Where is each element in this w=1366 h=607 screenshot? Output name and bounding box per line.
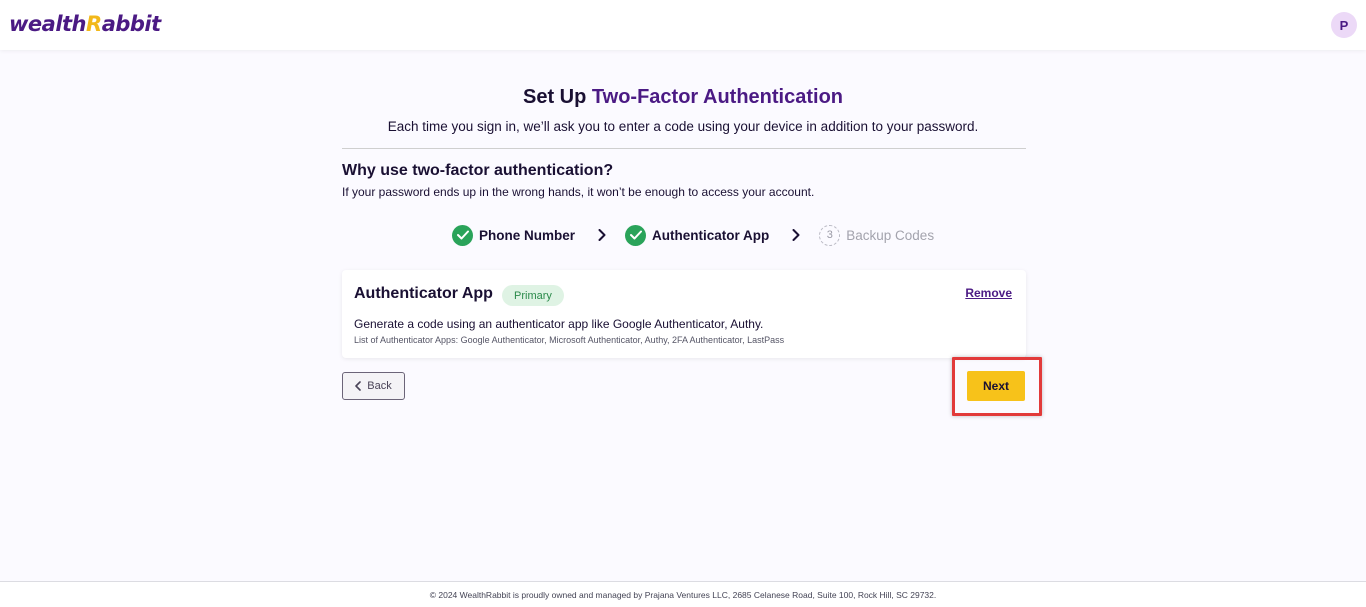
authenticator-apps-list: List of Authenticator Apps: Google Authe… (354, 335, 785, 345)
remove-link[interactable]: Remove (965, 286, 1012, 300)
back-button[interactable]: Back (342, 372, 405, 400)
user-avatar[interactable]: P (1331, 12, 1357, 38)
wealthrabbit-logo[interactable]: wealthRabbit (9, 12, 161, 36)
authenticator-app-card: Authenticator App Primary Remove Generat… (342, 270, 1026, 358)
step-phone-number: Phone Number (452, 224, 576, 246)
step-label: Phone Number (479, 227, 576, 243)
card-title: Authenticator App (354, 285, 493, 302)
next-button-label: Next (982, 379, 1009, 393)
chevron-left-icon (355, 381, 362, 391)
step-backup-codes: 3 Backup Codes (819, 224, 935, 246)
check-icon (625, 224, 647, 246)
page-title-plain: Set Up (523, 86, 592, 108)
page-footer: © 2024 WealthRabbit is proudly owned and… (0, 581, 1366, 607)
top-header: wealthRabbit P (0, 0, 1366, 50)
footer-text: © 2024 WealthRabbit is proudly owned and… (429, 589, 937, 600)
section-divider (342, 148, 1026, 149)
logo-r: R (86, 12, 102, 36)
page-subtitle: Each time you sign in, we’ll ask you to … (387, 119, 979, 134)
logo-prefix: wealth (9, 12, 87, 36)
chevron-right-icon (789, 224, 803, 246)
back-button-label: Back (367, 380, 392, 392)
page-title-accent: Two-Factor Authentication (591, 86, 843, 108)
step-label: Authenticator App (652, 227, 770, 243)
setup-stepper: Phone Number Authenticator App 3 Backup … (452, 224, 934, 246)
why-heading: Why use two-factor authentication? (342, 162, 614, 179)
primary-badge: Primary (502, 285, 564, 306)
logo-suffix: abbit (101, 12, 161, 36)
step-authenticator-app: Authenticator App (625, 224, 770, 246)
step-number: 3 (819, 224, 841, 246)
step-label: Backup Codes (846, 227, 935, 243)
check-icon (452, 224, 473, 246)
why-text: If your password ends up in the wrong ha… (342, 185, 815, 199)
next-button[interactable]: Next (967, 371, 1025, 401)
card-description: Generate a code using an authenticator a… (354, 317, 764, 331)
chevron-right-icon (595, 224, 609, 246)
page-title: Set Up Two-Factor Authentication (0, 86, 1366, 109)
